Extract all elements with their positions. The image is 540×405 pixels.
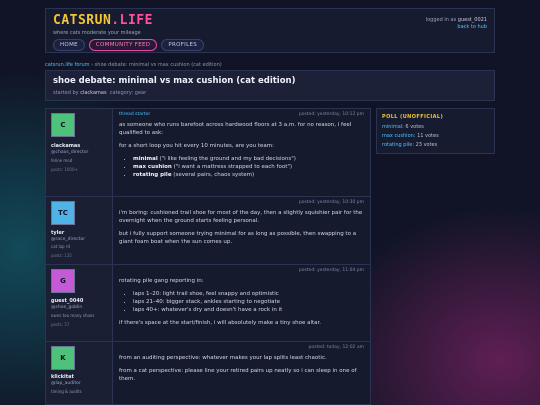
post-body: posted: yesterday, 10:30 pm i'm boring: … <box>119 197 370 257</box>
post-time: posted: yesterday, 10:12 pm <box>298 112 364 117</box>
breadcrumb-separator: › <box>91 62 94 68</box>
post-time: posted: yesterday, 10:30 pm <box>298 200 364 205</box>
author-handle: @shoe_goblin <box>51 305 83 310</box>
poll-option[interactable]: max cushion: 11 votes <box>382 133 439 139</box>
poll-option[interactable]: rotating pile: 23 votes <box>382 142 437 148</box>
post: TC tyler @race_director cat lap rd posts… <box>46 197 370 265</box>
post-time: posted: today, 12:02 am <box>308 345 365 350</box>
post-paragraph: from an auditing perspective: whatever m… <box>119 355 327 361</box>
thread-header: shoe debate: minimal vs max cushion (cat… <box>45 70 495 101</box>
post-body: posted: today, 12:02 am from an auditing… <box>119 342 370 394</box>
login-user: guest_0021 <box>457 17 487 23</box>
main-nav: HOME COMMUNITY FEED PROFILES <box>53 39 205 51</box>
post-author-panel: TC tyler @race_director cat lap rd posts… <box>46 197 113 264</box>
back-to-hub-link[interactable]: back to hub <box>426 24 487 31</box>
author-name[interactable]: clackamas <box>51 143 80 149</box>
avatar[interactable]: C <box>51 113 75 137</box>
breadcrumb-home[interactable]: catsrun.life forum <box>45 62 89 68</box>
list-item: max cushion ("i want a mattress strapped… <box>133 163 364 171</box>
author-handle: @lap_auditor <box>51 381 81 386</box>
post-paragraph: rotating pile gang reporting in: <box>119 278 204 284</box>
thread-author[interactable]: clackamas <box>80 90 106 96</box>
thread-title: shoe debate: minimal vs max cushion (cat… <box>53 76 296 86</box>
post-paragraph: if there's space at the start/finish, i … <box>119 320 322 326</box>
avatar[interactable]: K <box>51 346 75 370</box>
list-item: rotating pile (several pairs, chaos syst… <box>133 171 364 179</box>
author-handle: @race_director <box>51 237 86 242</box>
list-item: laps 40+: whatever's dry and doesn't hav… <box>133 306 364 314</box>
post-author-panel: C clackamas @chaos_director feline mod p… <box>46 109 113 196</box>
login-prefix: logged in as <box>425 17 457 23</box>
post-body: thread starter posted: yesterday, 10:12 p… <box>119 109 370 190</box>
list-item: minimal ("i like feeling the ground and … <box>133 155 364 163</box>
avatar[interactable]: TC <box>51 201 75 225</box>
author-name[interactable]: tyler <box>51 230 64 236</box>
post-paragraph: as someone who runs barefoot across hard… <box>119 122 352 136</box>
list-item: laps 21–40: bigger stack, ankles startin… <box>133 298 364 306</box>
nav-community-feed[interactable]: COMMUNITY FEED <box>88 39 158 51</box>
avatar[interactable]: G <box>51 269 75 293</box>
thread-posts: C clackamas @chaos_director feline mod p… <box>45 108 371 405</box>
author-name[interactable]: klickitat <box>51 374 74 380</box>
post-author-panel: K klickitat @lap_auditor timing & audits <box>46 342 113 404</box>
poll-title: POLL (UNOFFICIAL) <box>382 114 444 120</box>
author-handle: @chaos_director <box>51 150 89 155</box>
post-paragraph: i'm boring: cushioned trail shoe for mos… <box>119 210 363 224</box>
post-list: laps 1–20: light trail shoe, feel snappy… <box>133 290 364 314</box>
post-paragraph: for a short loop you hit every 10 minute… <box>119 143 274 149</box>
author-post-count: posts: 57 <box>51 322 70 327</box>
poll-option[interactable]: minimal: 6 votes <box>382 124 424 130</box>
post-list: minimal ("i like feeling the ground and … <box>133 155 364 179</box>
login-status: logged in as guest_0021 back to hub <box>426 17 487 31</box>
post-body: posted: yesterday, 11:04 pm rotating pil… <box>119 265 370 338</box>
post: K klickitat @lap_auditor timing & audits… <box>46 342 370 404</box>
thread-category[interactable]: gear <box>135 90 146 96</box>
author-role: timing & audits <box>51 389 82 394</box>
poll-panel: POLL (UNOFFICIAL) minimal: 6 votes max c… <box>376 108 495 154</box>
nav-profiles[interactable]: PROFILES <box>161 39 205 51</box>
author-post-count: posts: 1000+ <box>51 167 78 172</box>
author-role: cat lap rd <box>51 244 70 249</box>
thread-starter-badge: thread starter <box>119 112 151 117</box>
list-item: laps 1–20: light trail shoe, feel snappy… <box>133 290 364 298</box>
site-tagline: where cats moderate your mileage <box>53 30 141 36</box>
author-role: owns too many shoes <box>51 313 95 318</box>
thread-meta: started by clackamas category: gear <box>53 90 147 96</box>
site-header: CATSRUN.LIFE where cats moderate your mi… <box>45 8 495 53</box>
author-post-count: posts: 135 <box>51 253 72 258</box>
site-logo[interactable]: CATSRUN.LIFE <box>53 13 153 28</box>
post-paragraph: from a cat perspective: please line your… <box>119 368 357 382</box>
nav-home[interactable]: HOME <box>53 39 85 51</box>
post-author-panel: G guest_0040 @shoe_goblin owns too many … <box>46 265 113 341</box>
breadcrumb: catsrun.life forum › shoe debate: minima… <box>45 62 222 68</box>
breadcrumb-current: shoe debate: minimal vs max cushion (cat… <box>94 62 222 68</box>
post-time: posted: yesterday, 11:04 pm <box>298 268 364 273</box>
post-paragraph: but i fully support someone trying minim… <box>119 231 357 245</box>
post: G guest_0040 @shoe_goblin owns too many … <box>46 265 370 342</box>
author-role: feline mod <box>51 158 73 163</box>
post: C clackamas @chaos_director feline mod p… <box>46 109 370 197</box>
author-name[interactable]: guest_0040 <box>51 298 83 304</box>
